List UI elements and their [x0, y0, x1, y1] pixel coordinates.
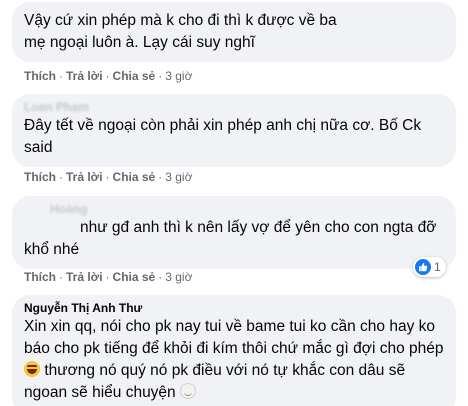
- comment-author[interactable]: Hoàng: [24, 202, 444, 217]
- comment-author[interactable]: Nguyễn Thị Anh Thư: [24, 301, 444, 316]
- comment-3: Hoàng như gđ anh thì k nên lấy vợ để yên…: [12, 196, 456, 269]
- share-button[interactable]: Chia sẻ: [113, 170, 156, 184]
- comment-2: Loan Phạm Đây tết về ngoại còn phải xin …: [12, 94, 456, 167]
- reaction-summary[interactable]: 1: [413, 257, 446, 277]
- comment-text: Vậy cứ xin phép mà k cho đi thì k được v…: [24, 12, 337, 51]
- smile-emoji-icon: [180, 383, 196, 399]
- comment-text: Xin xin qq, nói cho pk nay tui về bame t…: [24, 318, 444, 401]
- comment-author[interactable]: Loan Phạm: [24, 100, 444, 115]
- comment-actions: Thích · Trả lời · Chia sẻ · 3 giờ: [24, 170, 193, 184]
- reply-button[interactable]: Trả lời: [66, 170, 103, 184]
- comment-bubble: Hoàng như gđ anh thì k nên lấy vợ để yên…: [12, 196, 456, 269]
- like-button[interactable]: Thích: [24, 270, 56, 284]
- comment-bubble: Vậy cứ xin phép mà k cho đi thì k được v…: [12, 2, 456, 62]
- comment-actions: Thích · Trả lời · Chia sẻ · 3 giờ: [24, 270, 193, 284]
- like-icon: [415, 259, 431, 275]
- comment-1: Vậy cứ xin phép mà k cho đi thì k được v…: [12, 2, 456, 62]
- share-button[interactable]: Chia sẻ: [113, 270, 156, 284]
- comment-timestamp[interactable]: 3 giờ: [165, 170, 192, 184]
- share-button[interactable]: Chia sẻ: [113, 69, 156, 83]
- comment-timestamp[interactable]: 3 giờ: [165, 69, 192, 83]
- like-button[interactable]: Thích: [24, 170, 56, 184]
- reply-button[interactable]: Trả lời: [66, 69, 103, 83]
- like-button[interactable]: Thích: [24, 69, 56, 83]
- comment-text: như gđ anh thì k nên lấy vợ để yên cho c…: [24, 219, 437, 258]
- comment-text: Đây tết về ngoại còn phải xin phép anh c…: [24, 117, 422, 156]
- laughing-emoji-icon: [24, 361, 40, 377]
- comment-4: Nguyễn Thị Anh Thư Xin xin qq, nói cho p…: [12, 295, 456, 406]
- comment-bubble: Nguyễn Thị Anh Thư Xin xin qq, nói cho p…: [12, 295, 456, 406]
- reaction-count: 1: [434, 260, 441, 274]
- comment-bubble: Loan Phạm Đây tết về ngoại còn phải xin …: [12, 94, 456, 167]
- comment-timestamp[interactable]: 3 giờ: [165, 270, 192, 284]
- reply-button[interactable]: Trả lời: [66, 270, 103, 284]
- comment-actions: Thích · Trả lời · Chia sẻ · 3 giờ: [24, 69, 193, 83]
